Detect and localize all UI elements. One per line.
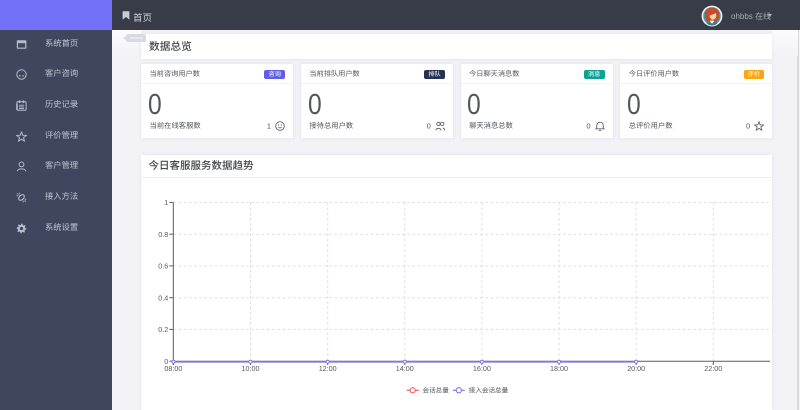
svg-text:会话总量: 会话总量 [423, 387, 450, 395]
svg-text:10:00: 10:00 [242, 364, 260, 373]
svg-text:0.2: 0.2 [158, 325, 168, 334]
svg-text:14:00: 14:00 [396, 364, 414, 373]
svg-text:22:00: 22:00 [704, 364, 722, 373]
svg-text:0.4: 0.4 [158, 293, 168, 302]
svg-text:16:00: 16:00 [473, 364, 491, 373]
svg-text:20:00: 20:00 [627, 364, 645, 373]
svg-text:1: 1 [164, 198, 168, 207]
svg-text:0.8: 0.8 [158, 230, 168, 239]
svg-text:12:00: 12:00 [319, 364, 337, 373]
svg-text:08:00: 08:00 [164, 364, 182, 373]
svg-text:0.6: 0.6 [158, 261, 168, 270]
svg-text:接入会话总量: 接入会话总量 [469, 387, 509, 395]
svg-text:18:00: 18:00 [550, 364, 568, 373]
